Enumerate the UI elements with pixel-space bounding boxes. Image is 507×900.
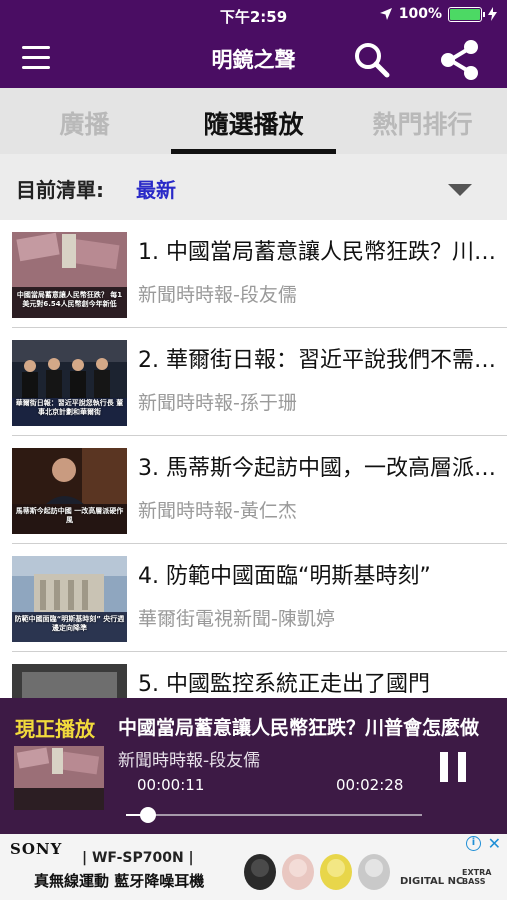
news-source: 華爾街電視新聞-陳凱婷 xyxy=(138,608,335,630)
status-bar: 下午2:59 100% xyxy=(0,0,507,30)
news-title: 3. 馬蒂斯今起訪中國，一改高層派強硬作風 xyxy=(138,456,498,481)
news-thumbnail: 防範中國面臨“明斯基時刻” 央行週邊定向降準 xyxy=(12,556,127,642)
ad-banner[interactable]: SONY | WF-SP700N | 真無線運動 藍牙降噪耳機 DIGITAL … xyxy=(0,834,507,900)
thumbnail-caption: 華爾街日報：習近平說您執行長 董事北京計劃和華爾街 xyxy=(15,399,124,416)
charging-bolt-icon xyxy=(488,7,497,21)
news-source: 新聞時時報-孫于珊 xyxy=(138,392,297,414)
battery-icon xyxy=(448,6,485,22)
news-thumbnail: 馬蒂斯今起訪中國 一改高層派硬作風 xyxy=(12,448,127,534)
ad-description: 真無線運動 藍牙降噪耳機 xyxy=(34,872,205,890)
progress-thumb[interactable] xyxy=(139,807,156,823)
tab-popular-ranking[interactable]: 熱門排行 xyxy=(338,88,507,154)
tab-broadcast[interactable]: 廣播 xyxy=(0,88,169,154)
location-arrow-icon xyxy=(379,8,392,20)
tab-bar: 廣播 隨選播放 熱門排行 xyxy=(0,88,507,154)
news-item[interactable]: 5. 中國監控系統正走出了國門 xyxy=(0,652,507,698)
now-playing-bar: 現正播放 中國當局蓄意讓人民幣狂跌？川普會怎麼做 新聞時時報-段友儒 00:00… xyxy=(0,698,507,834)
news-item[interactable]: 防範中國面臨“明斯基時刻” 央行週邊定向降準 4. 防範中國面臨“明斯基時刻” … xyxy=(0,544,507,652)
current-list-selector[interactable]: 目前清單: 最新 xyxy=(0,154,507,220)
dropdown-caret-icon[interactable] xyxy=(448,184,472,196)
thumbnail-caption: 防範中國面臨“明斯基時刻” 央行週邊定向降準 xyxy=(14,615,125,632)
tab-on-demand[interactable]: 隨選播放 xyxy=(169,88,338,154)
news-title: 5. 中國監控系統正走出了國門 xyxy=(138,672,430,697)
news-source: 新聞時時報-段友儒 xyxy=(138,284,297,306)
news-title: 2. 華爾街日報：習近平說我們不需要一個計劃 xyxy=(138,348,498,373)
news-item[interactable]: 華爾街日報：習近平說您執行長 董事北京計劃和華爾街 2. 華爾街日報：習近平說我… xyxy=(0,328,507,436)
news-thumbnail: 華爾街日報：習近平說您執行長 董事北京計劃和華爾街 xyxy=(12,340,127,426)
news-source: 新聞時時報-黃仁杰 xyxy=(138,500,297,522)
news-list: 中國當局蓄意讓人民幣狂跌？ 每1美元對6.54人民幣創今年新低 1. 中國當局蓄… xyxy=(0,220,507,698)
ad-extra-bass-label: EXTRA BASS xyxy=(462,868,492,886)
total-time: 00:02:28 xyxy=(336,776,404,794)
status-indicators: 100% xyxy=(379,6,497,22)
ad-digital-nc-label: DIGITAL NC xyxy=(400,876,464,887)
elapsed-time: 00:00:11 xyxy=(137,776,205,794)
now-playing-thumbnail xyxy=(14,746,104,810)
ad-close-icon[interactable]: ✕ xyxy=(488,834,501,853)
earbuds-product-image xyxy=(244,854,390,890)
now-playing-source: 新聞時時報-段友儒 xyxy=(118,751,261,771)
now-playing-label: 現正播放 xyxy=(15,717,95,741)
ad-model: | WF-SP700N | xyxy=(82,850,194,866)
ad-brand: SONY xyxy=(10,840,63,858)
news-item[interactable]: 中國當局蓄意讓人民幣狂跌？ 每1美元對6.54人民幣創今年新低 1. 中國當局蓄… xyxy=(0,220,507,328)
current-list-label: 目前清單: xyxy=(16,178,104,202)
now-playing-title: 中國當局蓄意讓人民幣狂跌？川普會怎麼做 xyxy=(118,717,480,739)
news-title: 1. 中國當局蓄意讓人民幣狂跌？川普會怎麼做 xyxy=(138,240,498,265)
news-thumbnail xyxy=(12,664,127,698)
news-thumbnail: 中國當局蓄意讓人民幣狂跌？ 每1美元對6.54人民幣創今年新低 xyxy=(12,232,127,318)
news-item[interactable]: 馬蒂斯今起訪中國 一改高層派硬作風 3. 馬蒂斯今起訪中國，一改高層派強硬作風 … xyxy=(0,436,507,544)
thumbnail-caption: 中國當局蓄意讓人民幣狂跌？ 每1美元對6.54人民幣創今年新低 xyxy=(16,291,123,308)
thumbnail-caption: 馬蒂斯今起訪中國 一改高層派硬作風 xyxy=(15,507,124,524)
current-list-value: 最新 xyxy=(136,178,176,202)
ad-info-icon[interactable]: i xyxy=(466,836,481,851)
battery-percent: 100% xyxy=(398,6,442,22)
app-bar: 明鏡之聲 xyxy=(0,30,507,88)
progress-slider[interactable] xyxy=(126,807,422,823)
search-icon[interactable] xyxy=(352,40,392,80)
app-title: 明鏡之聲 xyxy=(211,48,296,72)
share-icon[interactable] xyxy=(438,38,482,82)
news-title: 4. 防範中國面臨“明斯基時刻” xyxy=(138,564,431,589)
pause-icon[interactable] xyxy=(440,752,468,782)
